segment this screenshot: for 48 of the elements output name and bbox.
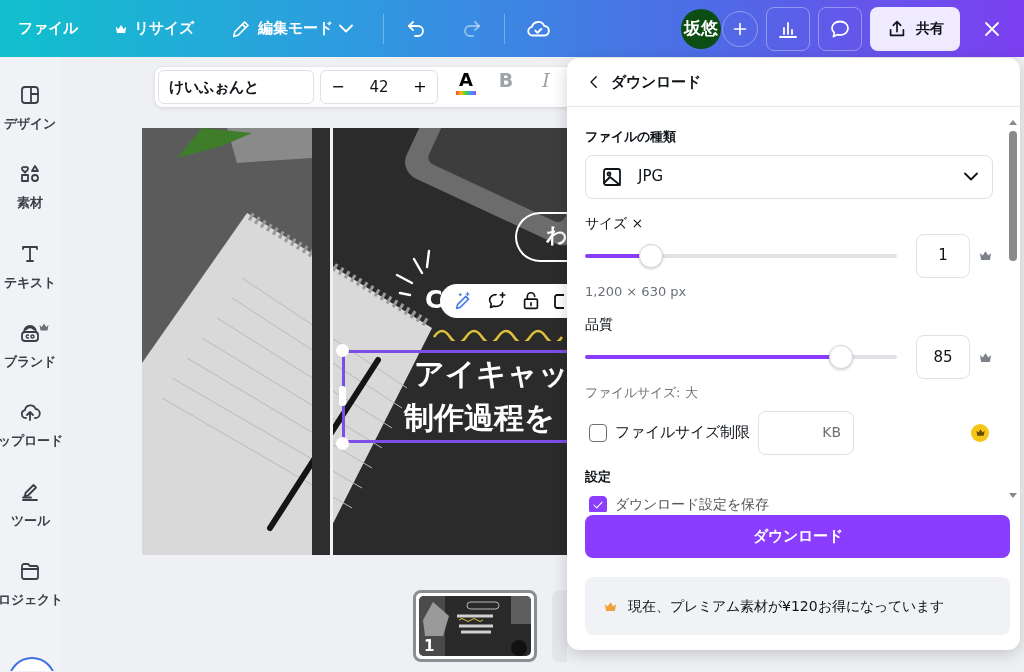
slider-thumb[interactable] [828, 345, 853, 369]
sidebar-item[interactable]: テキスト [0, 236, 60, 317]
download-button[interactable]: ダウンロード [585, 515, 1010, 558]
insights-button[interactable] [766, 6, 810, 51]
slider-thumb[interactable] [638, 243, 663, 268]
field-label: ファイルの種類 [585, 128, 677, 146]
sidebar-item[interactable]: ツール [0, 474, 60, 555]
section-heading: 設定 [585, 467, 612, 486]
sidebar-item[interactable]: ップロード [0, 395, 60, 475]
file-type-dropdown[interactable]: JPG [585, 154, 993, 199]
scrollbar[interactable] [1008, 119, 1018, 499]
field-label: 品質 [585, 315, 614, 334]
help-button[interactable] [8, 655, 56, 671]
design-text: C [425, 285, 443, 316]
page-number: 1 [424, 639, 435, 654]
decrease-button[interactable]: − [321, 74, 355, 100]
font-size-stepper[interactable]: − 42 + [320, 70, 438, 104]
sidebar-item[interactable]: ロジェクト [0, 554, 60, 634]
design-title: アイキャッ [414, 355, 567, 393]
chevron-down-icon [339, 24, 353, 33]
number-field[interactable]: 1 [916, 233, 970, 278]
text-color-button[interactable]: A [446, 70, 486, 104]
crown-icon [978, 248, 993, 263]
size-limit-field[interactable]: KB [758, 410, 854, 455]
sidebar-icon [18, 83, 42, 107]
panel-title: ダウンロード [611, 71, 701, 93]
design-text: わ [546, 222, 567, 249]
share-button[interactable]: 共有 [870, 6, 960, 51]
font-size-value[interactable]: 42 [369, 75, 389, 99]
checkbox[interactable]: ファイルサイズ制限 [585, 421, 750, 444]
user-avatar[interactable]: 坂悠 [681, 8, 721, 49]
checkbox[interactable]: ダウンロード設定を保存 [585, 494, 993, 512]
resize-handle[interactable] [339, 386, 346, 406]
sidebar-item[interactable]: ブランド [0, 316, 60, 396]
sidebar-item[interactable]: デザイン [0, 78, 60, 158]
sidebar-item[interactable]: 素材 [0, 157, 60, 237]
design-title: 制作過程を [404, 399, 555, 437]
font-field[interactable]: けいふぉんと [158, 70, 314, 104]
file-size-text: ファイルサイズ: 大 [585, 384, 699, 402]
crown-icon [974, 427, 986, 438]
number-field[interactable]: 85 [916, 335, 970, 379]
increase-button[interactable]: + [403, 74, 437, 100]
comment-button[interactable] [818, 6, 862, 51]
field-label: サイズ × [585, 213, 645, 233]
page-thumbnail[interactable]: 1 [413, 590, 537, 662]
promo-text: 現在、プレミアム素材が¥120お得になっています [628, 596, 944, 616]
chevron-down-icon [964, 172, 978, 181]
dimensions-text: 1,200 × 630 px [585, 282, 688, 301]
